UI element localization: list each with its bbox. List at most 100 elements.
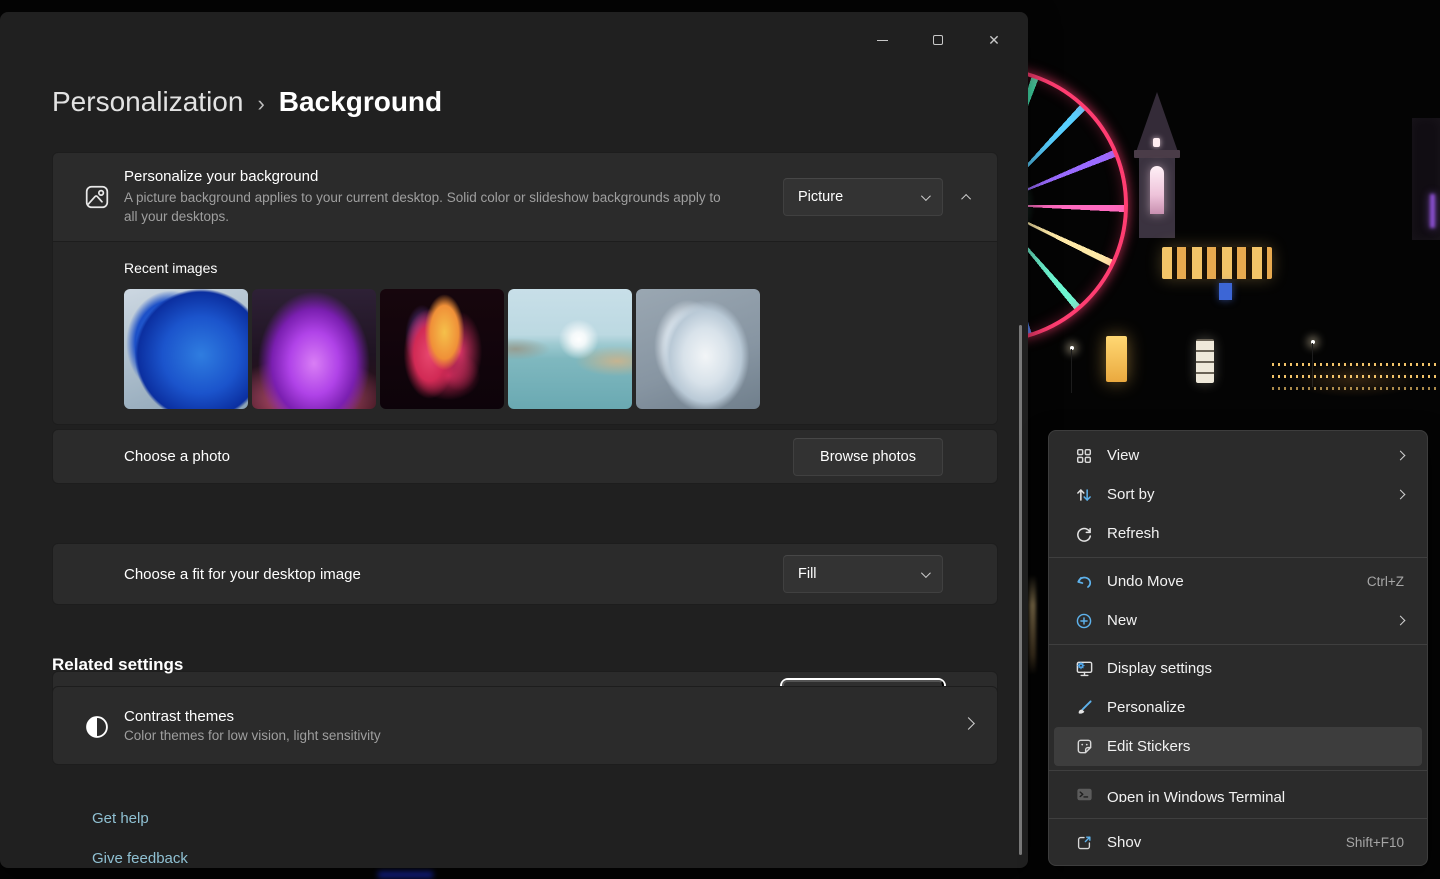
choose-photo-label: Choose a photo [124,448,230,465]
chevron-down-icon [920,190,931,201]
contrast-description: Color themes for low vision, light sensi… [124,728,381,743]
menu-item-shortcut: Shift+F10 [1345,835,1404,850]
fit-dropdown-value: Fill [798,566,817,582]
close-button[interactable]: ✕ [976,24,1012,56]
white-lit-window [1196,339,1214,383]
chevron-right-icon [1395,489,1406,500]
related-settings-heading: Related settings [52,655,184,674]
minimize-button[interactable] [864,24,900,56]
menu-item-label: New [1107,612,1138,629]
menu-item-label: Refresh [1107,525,1160,542]
desktop-blue-glow [378,871,433,878]
wallpaper-thumb-calm-river-sunrise[interactable] [508,289,632,409]
window-controls: ✕ [864,24,1012,56]
personalize-background-header[interactable]: Personalize your background A picture ba… [53,153,997,241]
tower-window [1150,166,1164,214]
menu-item-personalize[interactable]: Personalize [1054,688,1422,727]
display-settings-icon [1074,659,1094,679]
contrast-title: Contrast themes [124,708,235,725]
wallpaper-thumb-light-bloom-silver[interactable] [636,289,760,409]
recent-images-section: Recent images [53,241,997,424]
wallpaper-thumb-windows-bloom-blue[interactable] [124,289,248,409]
menu-item-undo-move[interactable]: Undo Move Ctrl+Z [1054,562,1422,601]
wallpaper-thumb-dark-glow-arc[interactable] [252,289,376,409]
string-lights [1272,363,1440,366]
chevron-right-icon [1395,615,1406,626]
wallpaper-thumb-abstract-flower-dark[interactable] [380,289,504,409]
windows-terminal-icon [1074,785,1094,805]
breadcrumb: Personalization › Background [52,86,442,118]
choose-fit-label: Choose a fit for your desktop image [124,565,361,583]
right-building [1412,118,1440,240]
chevron-down-icon [920,567,931,578]
undo-icon [1074,572,1094,592]
menu-item-display-settings[interactable]: Display settings [1054,649,1422,688]
sort-arrows-icon [1074,485,1094,505]
expander-collapse-button[interactable] [953,183,981,211]
breadcrumb-separator-icon: › [257,90,265,116]
breadcrumb-personalization[interactable]: Personalization [52,86,243,118]
edit-stickers-icon [1074,737,1094,757]
blue-window [1219,283,1232,300]
new-plus-icon [1074,611,1094,631]
settings-window: ✕ Personalization › Background Personali… [0,12,1028,868]
get-help-link[interactable]: Get help [92,810,149,827]
menu-separator [1049,818,1427,819]
show-more-options-icon [1074,833,1094,853]
contrast-text: Contrast themes Color themes for low vis… [124,708,381,743]
tower-cornice [1134,150,1180,158]
personalize-brush-icon [1074,698,1094,718]
menu-separator [1049,770,1427,771]
vertical-scrollbar[interactable] [1019,325,1022,855]
recent-images-label: Recent images [124,260,218,276]
menu-item-label: Shov [1107,834,1142,851]
browse-photos-button[interactable]: Browse photos [793,437,943,476]
give-feedback-link[interactable]: Give feedback [92,850,188,867]
maximize-button[interactable] [920,24,956,56]
menu-item-open-in-windows-terminal[interactable]: Open in Windows Terminal [1054,775,1422,814]
fit-dropdown[interactable]: Fill [783,555,943,593]
menu-item-shortcut: Ctrl+Z [1366,574,1404,589]
lamp-pole [1071,349,1072,393]
personalize-background-text: Personalize your background A picture ba… [124,168,736,226]
purple-neon-light [1430,194,1435,228]
menu-separator [1049,557,1427,558]
menu-item-label: Open in Windows Terminal [1107,788,1286,802]
string-lights [1272,375,1440,378]
menu-item-edit-stickers[interactable]: Edit Stickers [1054,727,1422,766]
menu-item-label: Personalize [1107,699,1186,716]
chevron-up-icon [960,193,971,204]
card-description: A picture background applies to your cur… [124,190,721,224]
menu-item-show-more-options[interactable]: Shov Shift+F10 [1054,823,1422,862]
menu-item-sort-by[interactable]: Sort by [1054,475,1422,514]
minimize-icon [876,39,888,41]
menu-item-refresh[interactable]: Refresh [1054,514,1422,553]
building-lit-windows [1162,247,1272,279]
spire-light [1153,138,1160,147]
chevron-right-icon [962,717,975,730]
maximize-icon [933,35,943,45]
page-title: Background [278,86,443,117]
choose-fit-row: Choose a fit for your desktop image Fill [52,543,998,605]
card-title: Personalize your background [124,168,319,185]
refresh-icon [1074,524,1094,544]
close-icon: ✕ [988,31,1000,48]
menu-item-label: Undo Move [1107,573,1184,590]
recent-images-list [124,289,760,409]
desktop-context-menu: View Sort by Refresh Undo Move Ctrl+Z Ne… [1048,430,1428,866]
water-reflection [1029,575,1036,675]
background-type-value: Picture [798,189,844,205]
menu-item-new[interactable]: New [1054,601,1422,640]
contrast-icon [79,709,115,745]
menu-item-label: View [1107,447,1140,464]
contrast-themes-row[interactable]: Contrast themes Color themes for low vis… [52,686,998,765]
menu-separator [1049,644,1427,645]
personalize-background-card: Personalize your background A picture ba… [52,152,998,425]
choose-photo-row: Choose a photo Browse photos [52,429,998,484]
chevron-right-icon [1395,450,1406,461]
menu-item-label: Sort by [1107,486,1155,503]
background-type-dropdown[interactable]: Picture [783,178,943,216]
menu-item-view[interactable]: View [1054,436,1422,475]
photo-icon [77,177,117,217]
yellow-lit-window [1106,336,1127,382]
